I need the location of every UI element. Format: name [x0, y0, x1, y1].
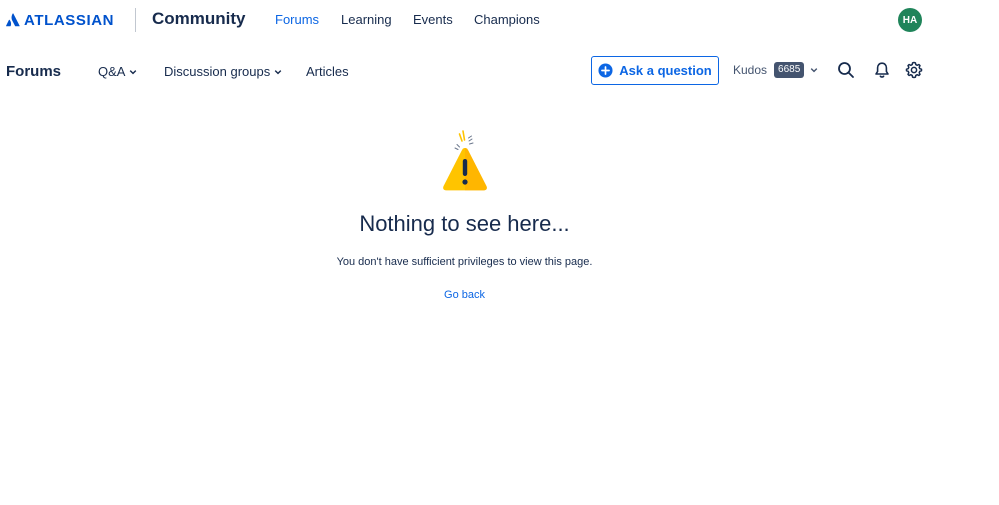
bell-icon[interactable] — [873, 61, 891, 79]
subnav-articles[interactable]: Articles — [306, 64, 349, 79]
topnav-forums[interactable]: Forums — [275, 12, 319, 27]
forums-header: Forums Q&A Discussion groups Articles As… — [0, 50, 999, 92]
subnav-discussion-groups[interactable]: Discussion groups — [164, 64, 282, 79]
gear-icon[interactable] — [905, 61, 923, 79]
page-title: Nothing to see here... — [359, 211, 570, 236]
subnav-discussion-groups-label: Discussion groups — [164, 64, 271, 79]
kudos-label: Kudos — [733, 63, 768, 77]
plus-circle-icon — [598, 63, 613, 78]
search-icon[interactable] — [837, 61, 855, 79]
kudos-menu[interactable]: Kudos 6685 — [733, 62, 818, 78]
subnav-qa[interactable]: Q&A — [98, 64, 137, 79]
chevron-down-icon — [274, 69, 282, 74]
user-avatar[interactable]: HA — [898, 8, 922, 32]
chevron-down-icon — [810, 68, 818, 73]
ask-question-button[interactable]: Ask a question — [591, 56, 719, 85]
global-header: ATLASSIAN Community Forums Learning Even… — [0, 0, 999, 40]
kudos-count-badge: 6685 — [774, 62, 805, 78]
privileges-message: You don't have sufficient privileges to … — [336, 256, 593, 268]
atlassian-logo[interactable]: ATLASSIAN — [6, 10, 114, 30]
atlassian-mark-icon — [6, 13, 20, 27]
go-back-link[interactable]: Go back — [0, 289, 929, 301]
brand-name: ATLASSIAN — [24, 11, 115, 29]
subnav-articles-label: Articles — [306, 64, 349, 79]
chevron-down-icon — [130, 69, 137, 74]
ask-question-label: Ask a question — [619, 63, 712, 78]
warning-triangle-icon — [443, 130, 487, 191]
forums-title: Forums — [6, 63, 62, 80]
topnav-events[interactable]: Events — [413, 12, 453, 27]
subnav-qa-label: Q&A — [98, 64, 126, 79]
community-title[interactable]: Community — [152, 9, 246, 29]
topnav-learning[interactable]: Learning — [341, 12, 392, 27]
topnav-champions[interactable]: Champions — [474, 12, 540, 27]
header-divider — [135, 8, 136, 32]
